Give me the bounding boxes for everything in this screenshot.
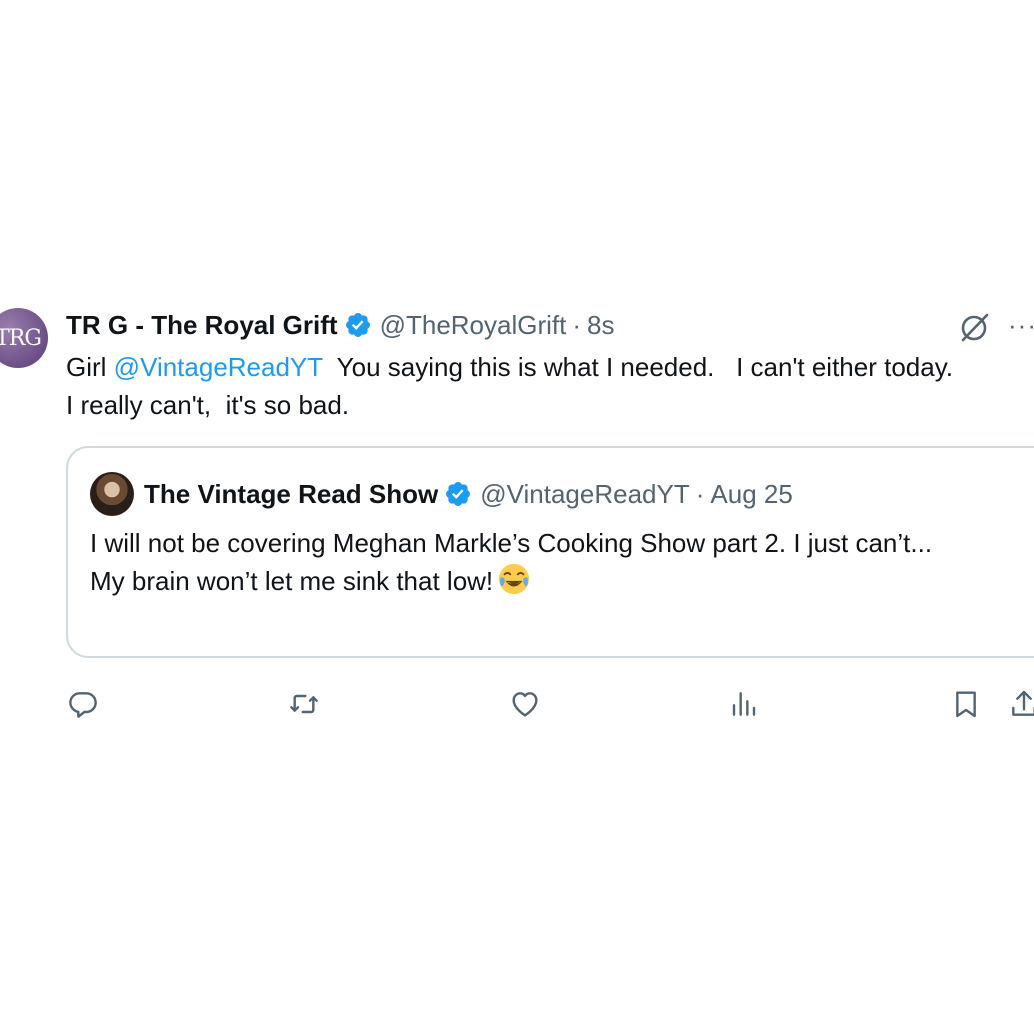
author-handle[interactable]: @TheRoyalGrift: [380, 310, 567, 341]
tweet[interactable]: TRG TR G - The Royal Grift @TheRoyalGrif…: [0, 300, 1034, 740]
quoted-author-display-name[interactable]: The Vintage Read Show: [144, 479, 438, 510]
quoted-tweet-header: The Vintage Read Show @VintageReadYT · A…: [144, 476, 793, 512]
separator-dot: ·: [572, 309, 582, 340]
quoted-tweet-text: I will not be covering Meghan Markle’s C…: [90, 524, 990, 600]
like-button[interactable]: [505, 684, 545, 724]
author-display-name[interactable]: TR G - The Royal Grift: [66, 310, 338, 341]
face-with-tears-of-joy-icon: [499, 563, 530, 595]
retweet-button[interactable]: [284, 684, 324, 724]
retweet-icon: [290, 694, 318, 714]
tweet-text: Girl @VintageReadYT You saying this is w…: [66, 348, 1034, 424]
quoted-tweet-date[interactable]: Aug 25: [710, 479, 792, 510]
tweet-header: TR G - The Royal Grift @TheRoyalGrift · …: [66, 308, 615, 342]
reply-button[interactable]: [63, 684, 103, 724]
bookmark-icon: [956, 691, 976, 718]
quoted-separator-dot: ·: [695, 478, 705, 509]
verified-badge-icon: [345, 313, 370, 337]
avatar-initials: TRG: [0, 326, 42, 351]
reply-icon: [69, 692, 97, 718]
tweet-timestamp[interactable]: 8s: [587, 310, 614, 341]
views-icon: [732, 692, 756, 716]
share-button[interactable]: [1004, 684, 1034, 724]
quoted-tweet[interactable]: The Vintage Read Show @VintageReadYT · A…: [66, 446, 1034, 658]
author-avatar[interactable]: TRG: [0, 308, 48, 368]
tweet-actions: [0, 684, 1034, 728]
like-icon: [512, 692, 538, 717]
quoted-author-handle[interactable]: @VintageReadYT: [480, 479, 690, 510]
tweet-text-prefix: Girl: [66, 352, 114, 382]
mention-link[interactable]: @VintageReadYT: [114, 352, 323, 382]
quoted-author-avatar[interactable]: [90, 472, 134, 516]
share-icon: [1012, 690, 1034, 716]
quoted-verified-badge-icon: [446, 482, 471, 506]
grok-icon[interactable]: [958, 310, 992, 344]
views-button[interactable]: [724, 684, 764, 724]
bookmark-button[interactable]: [946, 684, 986, 724]
more-options-icon[interactable]: ···: [1008, 312, 1034, 338]
